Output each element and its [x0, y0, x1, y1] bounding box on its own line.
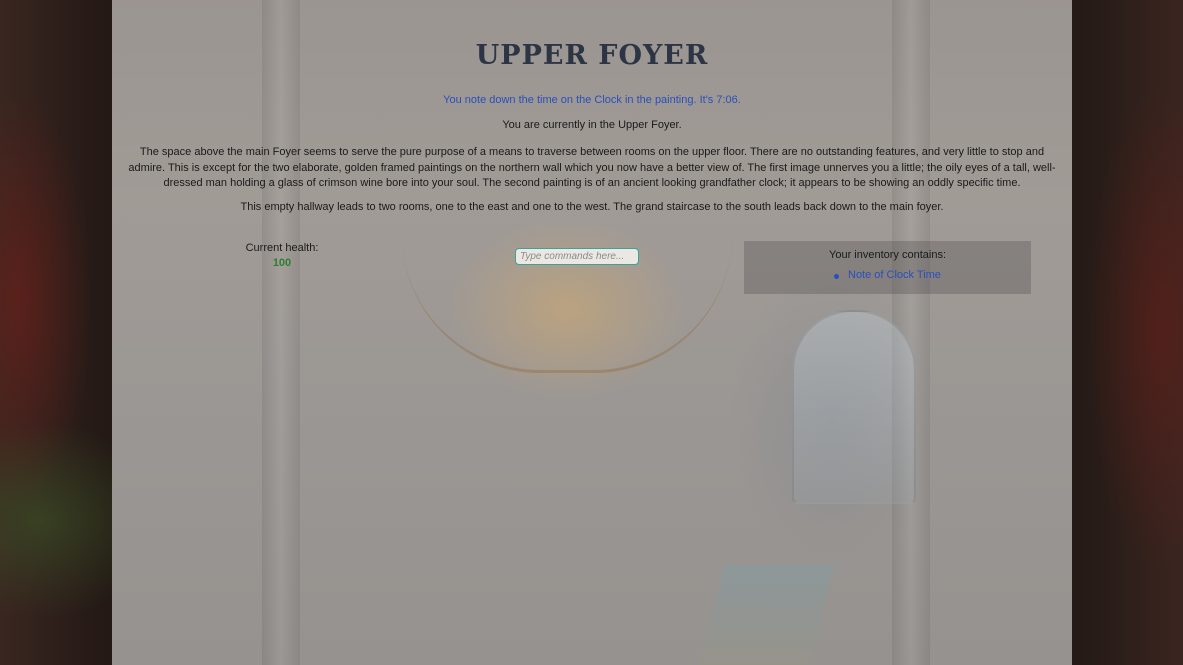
inventory-item[interactable]: Note of Clock Time [832, 269, 941, 281]
health-label: Current health: [245, 242, 319, 254]
room-title: UPPER FOYER [475, 40, 709, 71]
command-input[interactable] [515, 248, 639, 265]
location-text: You are currently in the Upper Foyer. [502, 119, 682, 131]
game-panel: UPPER FOYER You note down the time on th… [112, 0, 1072, 665]
inventory-list: Note of Clock Time [832, 269, 941, 281]
health-status: Current health: 100 [232, 242, 332, 269]
room-content: UPPER FOYER You note down the time on th… [112, 0, 1072, 665]
inventory-title: Your inventory contains: [829, 249, 946, 261]
health-value: 100 [272, 257, 292, 269]
room-description: The space above the main Foyer seems to … [128, 146, 1056, 189]
room-exits: This empty hallway leads to two rooms, o… [240, 201, 944, 213]
notice-message: You note down the time on the Clock in t… [443, 94, 741, 106]
inventory-panel: Your inventory contains: Note of Clock T… [744, 241, 1031, 294]
